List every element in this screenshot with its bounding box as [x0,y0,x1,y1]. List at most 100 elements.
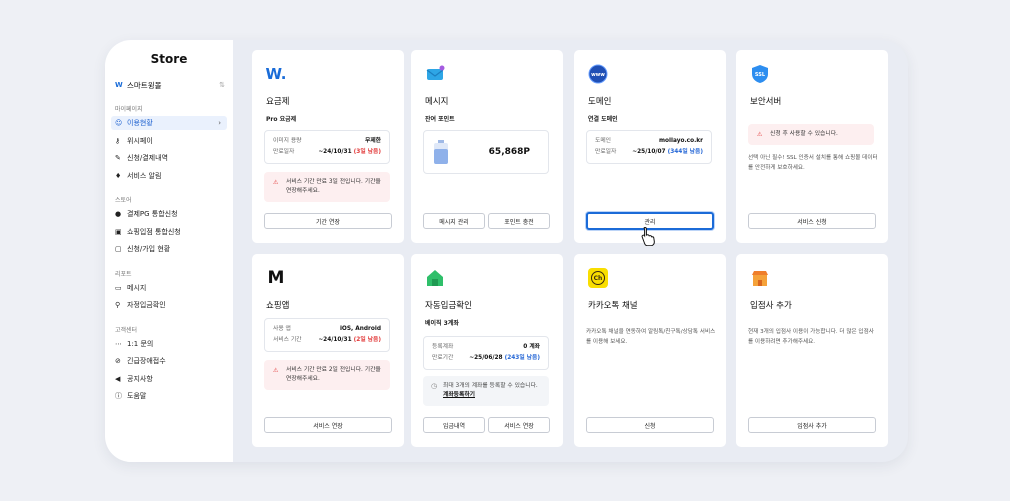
warning-text: 서비스 기간 만료 2일 전입니다. 기간을 연장해주세요. [286,367,381,382]
store-logo-icon: W [115,81,123,89]
card-title: 자동입금확인 [425,301,472,311]
remaining-days: (243일 남음) [504,355,540,361]
smile-icon: ☺ [115,119,123,127]
sidebar-item-label: 공지사항 [127,374,153,383]
info-icon: ⓘ [115,392,122,400]
key-icon: ⚷ [115,136,121,145]
sidebar-title: Store [150,52,188,66]
bell-icon: ♦ [115,171,122,180]
info-label: 도메인 [595,138,611,144]
info-label: 사용 앱 [273,326,291,332]
info-value: ~25/06/28 [469,355,505,361]
card-subtitle: 잔여 포인트 [425,116,455,123]
card-description: 카카오톡 채널을 연동하여 알림톡/친구톡/상담톡 서비스를 이용해 보세요. [586,329,716,345]
sidebar-item[interactable]: ✎ 신청/결제내역 [111,151,227,165]
sidebar-item-label: 서비스 알림 [127,171,162,180]
prohibited-icon: ⊘ [115,357,121,365]
card-action-button[interactable]: 서비스 신청 [748,213,876,229]
chevron-right-icon: › [218,119,221,127]
ssl-shield-icon: SSL [750,64,770,84]
sidebar-item[interactable]: ▭ 메시지 [111,281,227,295]
service-card: SSL 보안서버 ⚠ 신청 후 사용할 수 있습니다. 선택 아닌 필수! SSL 인증… [736,50,888,243]
sidebar-item-label: 1:1 문의 [127,339,154,348]
store-name: 스마트윙몰 [127,80,162,90]
sidebar-item[interactable]: ⚷ 위시페이 [111,134,227,148]
document-icon: ✎ [115,154,121,162]
svg-text:SSL: SSL [755,72,766,78]
sidebar-section-label: 고객센터 [115,326,138,334]
remaining-days: (2일 남음) [353,337,381,343]
info-label: 만료기간 [432,355,454,361]
card-title: 요금제 [266,97,290,107]
card-action-button[interactable]: 입금내역 [423,417,485,433]
sidebar-item-label: 긴급장애접수 [127,357,166,365]
card-action-button[interactable]: 메시지 관리 [423,213,485,229]
sidebar-item-label: 위시페이 [127,136,153,145]
sidebar-item[interactable]: ⊘ 긴급장애접수 [111,354,227,368]
info-value: ~24/10/31 [318,337,354,343]
store-icon [750,268,770,288]
info-label: 등록계좌 [432,344,454,350]
card-title: 쇼핑앱 [266,301,290,311]
service-card: 입점사 추가 현재 3개의 입점사 이용이 가능합니다. 더 많은 입점사를 이용… [736,254,888,447]
card-action-button[interactable]: 서비스 연장 [264,417,392,433]
sidebar-item[interactable]: ▣ 쇼핑입점 통합신청 [111,225,227,239]
sidebar-item[interactable]: ● 결제PG 통합신청 [111,207,227,221]
register-account-link[interactable]: 계좌등록하기 [443,392,475,398]
card-title: 입점사 추가 [750,301,792,311]
sidebar-item[interactable]: ▢ 신청/가입 현황 [111,242,227,256]
card-title: 카카오톡 채널 [588,301,638,311]
remaining-days: (344일 남음) [667,149,703,155]
sidebar-item-label: 쇼핑입점 통합신청 [127,227,181,236]
envelope-icon [425,64,445,84]
card-subtitle: 연결 도메인 [588,116,618,123]
card-action-button[interactable]: 입점사 추가 [748,417,876,433]
m-logo-icon: M [267,268,285,288]
store-selector[interactable]: W 스마트윙몰 ⇅ [115,78,225,92]
info-value: ~25/10/07 [632,149,668,155]
info-box: 이미지 용량 무제한 만료일자 ~24/10/31 (3일 남음) [264,130,390,164]
cart-icon: ▣ [115,227,122,236]
warning-icon: ⚠ [273,179,279,186]
sidebar: Store W 스마트윙몰 ⇅ 마이페이지 ☺ 이용현황 › ⚷ 위시페이 ✎ 신청/결제내역… [105,40,233,462]
moneybag-icon: ● [115,210,122,218]
sidebar-item[interactable]: ⓘ 도움말 [111,389,227,403]
sidebar-section-label: 마이페이지 [115,106,143,113]
keyboard-icon: ▭ [115,283,122,292]
w-logo-icon: W. [265,64,287,84]
info-value: 무제한 [365,138,381,144]
info-value: 0 계좌 [523,344,540,350]
note-text: 최대 3개의 계좌를 등록할 수 있습니다. [443,383,538,389]
info-box: 등록계좌 0 계좌만료기간 ~25/06/28 (243일 남음) [423,336,549,370]
sidebar-section-label: 스토어 [115,197,132,204]
clipboard-icon: ▢ [115,245,122,253]
card-action-button[interactable]: 신청 [586,417,714,433]
card-action-button[interactable]: 포인트 충전 [488,213,550,229]
card-subtitle: Pro 요금제 [266,116,297,123]
card-title: 도메인 [588,97,612,107]
house-icon [425,268,445,288]
service-card: W. 요금제 Pro 요금제 이미지 용량 무제한 만료일자 ~24/10/31 (3일 남… [252,50,404,243]
card-action-button[interactable]: 서비스 연장 [488,417,550,433]
service-card: www 도메인 연결 도메인 도메인 mollayo.co.kr 만료일자 ~25/10/0… [574,50,726,243]
card-action-button[interactable]: 기간 연장 [264,213,392,229]
service-card: 메시지 잔여 포인트 65,868P 메시지 관리 포인트 충전 [411,50,563,243]
info-label: 만료일자 [273,149,295,155]
sidebar-item[interactable]: ⚲ 자정입금확인 [111,298,227,312]
sidebar-item[interactable]: ♦ 서비스 알림 [111,169,227,183]
info-value: mollayo.co.kr [658,138,703,144]
sidebar-item[interactable]: ◀ 공지사항 [111,372,227,386]
points-value: 65,868P [488,147,530,157]
hand-cursor-icon [640,226,656,247]
warning-icon: ⚠ [757,131,763,138]
info-value: iOS, Android [339,326,381,332]
sidebar-item[interactable]: ⋯ 1:1 문의 [111,337,227,351]
www-icon: www [588,64,608,84]
note-box: ◷ 최대 3개의 계좌를 등록할 수 있습니다. 계좌등록하기 [423,376,549,406]
clock-icon: ◷ [431,382,438,390]
warning-box: ⚠ 서비스 기간 만료 3일 전입니다. 기간을 연장해주세요. [264,172,390,202]
chat-icon: ⋯ [115,339,122,348]
sidebar-item[interactable]: ☺ 이용현황 › [111,116,227,130]
megaphone-icon: ◀ [115,374,121,383]
service-card: Ch 카카오톡 채널 카카오톡 채널을 연동하여 알림톡/친구톡/상담톡 서비스를 … [574,254,726,447]
